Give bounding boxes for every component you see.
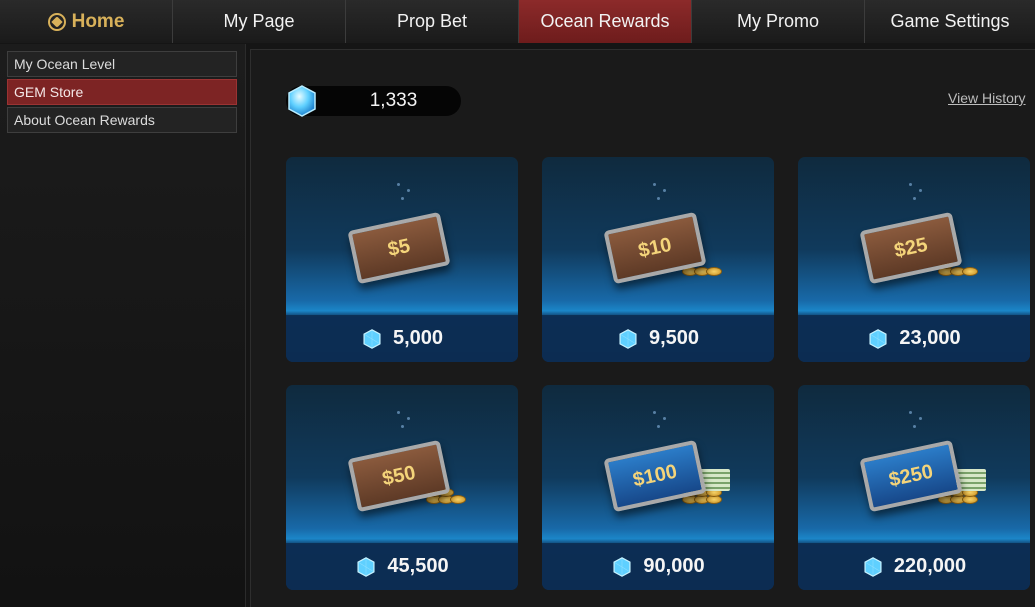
gem-icon	[363, 328, 381, 349]
sparkle-icon	[401, 197, 404, 200]
top-nav: Home My Page Prop Bet Ocean Rewards My P…	[0, 0, 1035, 43]
gem-cost: 90,000	[643, 555, 705, 577]
gem-balance: 1,333	[286, 85, 461, 117]
tab-my-promo[interactable]: My Promo	[692, 0, 865, 43]
sparkle-icon	[913, 425, 916, 428]
reward-value: $5	[385, 234, 413, 261]
gem-store-card[interactable]: $100 90,000	[542, 385, 774, 590]
gem-store-card[interactable]: $25 23,000	[798, 157, 1030, 362]
price-bar: 23,000	[798, 315, 1030, 362]
gem-balance-value: 1,333	[369, 90, 418, 111]
sidebar-item-about-ocean-rewards[interactable]: About Ocean Rewards	[7, 107, 237, 133]
sparkle-icon	[401, 425, 404, 428]
reward-value: $25	[892, 233, 930, 262]
price-bar: 5,000	[286, 315, 518, 362]
tab-ocean-rewards[interactable]: Ocean Rewards	[519, 0, 692, 43]
tab-label: My Page	[223, 11, 295, 31]
gem-icon	[613, 556, 631, 577]
sidebar: My Ocean Level GEM Store About Ocean Rew…	[0, 44, 246, 607]
view-history-link[interactable]: View History	[948, 90, 1026, 106]
gem-cost: 220,000	[893, 555, 967, 577]
reward-value: $250	[886, 460, 935, 491]
tab-label: My Promo	[736, 11, 819, 31]
tab-prop-bet[interactable]: Prop Bet	[346, 0, 519, 43]
reward-value: $10	[636, 233, 674, 262]
tab-game-settings[interactable]: Game Settings	[865, 0, 1035, 43]
tab-home-label: Home	[71, 10, 125, 32]
gem-store-card[interactable]: $250 220,000	[798, 385, 1030, 590]
reward-value: $100	[630, 460, 679, 491]
spade-coin-icon	[47, 12, 66, 31]
sparkle-icon	[657, 197, 660, 200]
gem-cost: 45,500	[387, 555, 449, 577]
gem-icon	[869, 328, 887, 349]
gem-store-card[interactable]: $5 5,000	[286, 157, 518, 362]
gem-icon	[864, 556, 882, 577]
gem-store-card[interactable]: $10 9,500	[542, 157, 774, 362]
tab-home[interactable]: Home	[0, 0, 173, 43]
gem-cost: 5,000	[392, 327, 444, 349]
price-bar: 45,500	[286, 543, 518, 590]
reward-value: $50	[380, 461, 418, 490]
price-bar: 9,500	[542, 315, 774, 362]
reward-ticket: $5	[347, 211, 451, 285]
price-bar: 220,000	[798, 543, 1030, 590]
tab-label: Prop Bet	[396, 11, 468, 31]
sidebar-item-my-ocean-level[interactable]: My Ocean Level	[7, 51, 237, 77]
sparkle-icon	[657, 425, 660, 428]
gem-icon	[288, 85, 316, 117]
tab-label: Ocean Rewards	[540, 11, 670, 31]
gem-icon	[619, 328, 637, 349]
gem-store-card[interactable]: $50 45,500	[286, 385, 518, 590]
sparkle-icon	[913, 197, 916, 200]
sidebar-item-gem-store[interactable]: GEM Store	[7, 79, 237, 105]
tab-label: Game Settings	[890, 11, 1010, 31]
gem-cost: 9,500	[648, 327, 700, 349]
gem-icon	[357, 556, 375, 577]
gem-cost: 23,000	[899, 327, 961, 349]
tab-my-page[interactable]: My Page	[173, 0, 346, 43]
price-bar: 90,000	[542, 543, 774, 590]
